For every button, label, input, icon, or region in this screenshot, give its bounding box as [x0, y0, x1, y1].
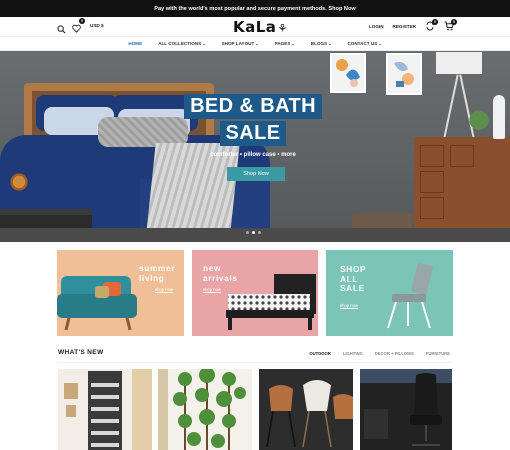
promo-card-summer-living[interactable]: summer living shop now	[57, 250, 184, 336]
product-card-gaming-chair[interactable]	[360, 369, 452, 450]
compare-count-badge: 0	[432, 19, 438, 25]
promo-title-line: SALE	[340, 283, 365, 294]
tab-decor-pillows[interactable]: DECOR + PILLOWS	[375, 351, 414, 356]
product-card-plant-stand[interactable]	[158, 369, 252, 450]
logo-mark-icon: ⚘	[277, 22, 288, 35]
floor-lamp	[436, 52, 482, 74]
announcement-bar: Pay with the world's most popular and se…	[0, 0, 510, 17]
nav-label: CONTACT US	[347, 41, 378, 46]
chevron-down-icon: ⌄	[328, 41, 332, 46]
promo-title-line: ALL	[340, 273, 359, 284]
hero-slider[interactable]: BED & BATH SALE comforter • pillow case …	[0, 51, 510, 242]
wall-art-left	[330, 53, 366, 93]
currency-selector[interactable]: USD $	[90, 23, 104, 28]
promo-shop-link[interactable]: shop now	[203, 287, 221, 292]
sofa-image	[57, 276, 137, 331]
promo-card-shop-all-sale[interactable]: SHOP ALL SALE shop now	[326, 250, 453, 336]
product-image	[360, 369, 452, 446]
nav-item-pages[interactable]: PAGES⌄	[275, 41, 295, 46]
tab-outdoor[interactable]: OUTDOOR	[309, 351, 330, 356]
promo-title-line: SHOP	[340, 264, 367, 274]
tab-furniture[interactable]: FURNITURE	[426, 351, 450, 356]
register-link[interactable]: REGISTER	[393, 24, 416, 29]
hero-title: BED & BATH SALE	[182, 94, 324, 146]
dresser-drawer	[420, 145, 444, 167]
hero-subtitle: comforter • pillow case • more	[210, 152, 296, 158]
nav-label: ALL COLLECTIONS	[158, 41, 202, 46]
site-logo[interactable]: KaLa⚘	[233, 18, 288, 36]
dresser	[414, 137, 510, 242]
slider-dot-active[interactable]	[252, 231, 255, 234]
nav-item-all-collections[interactable]: ALL COLLECTIONS⌄	[158, 41, 205, 46]
chevron-down-icon: ⌄	[202, 41, 206, 46]
dresser-drawer	[420, 171, 444, 193]
header-right-tools: LOGIN REGISTER 0 0	[369, 19, 457, 32]
chevron-down-icon: ⌄	[291, 41, 295, 46]
search-icon[interactable]	[57, 21, 66, 33]
promo-card-new-arrivals[interactable]: new arrivals shop now	[192, 250, 318, 336]
cart-button[interactable]: 0	[444, 19, 457, 32]
dresser-drawer	[420, 197, 444, 219]
nav-label: PAGES	[274, 41, 291, 46]
main-navigation: HOME ALL COLLECTIONS⌄ SHOP LAYOUT⌄ PAGES…	[0, 36, 510, 51]
product-image	[158, 369, 246, 450]
product-card-chairs[interactable]	[259, 369, 353, 450]
promo-shop-link[interactable]: shop now	[340, 303, 358, 308]
nav-item-home[interactable]: HOME	[128, 41, 142, 46]
wishlist-button[interactable]: 0	[72, 18, 85, 33]
cart-count-badge: 0	[451, 19, 457, 25]
site-header: 0 USD $ KaLa⚘ LOGIN REGISTER 0 0	[0, 17, 510, 36]
cart-icon	[444, 21, 454, 32]
nav-item-shop-layout[interactable]: SHOP LAYOUT⌄	[222, 41, 259, 46]
vase	[493, 95, 505, 139]
announcement-text[interactable]: Pay with the world's most popular and se…	[154, 6, 356, 12]
whats-new-tabs: OUTDOOR LIGHTING DECOR + PILLOWS FURNITU…	[309, 351, 450, 356]
promo-title: SHOP ALL SALE	[340, 264, 367, 294]
product-image	[266, 380, 353, 448]
slider-dot[interactable]	[246, 231, 249, 234]
potted-plant	[466, 109, 492, 137]
chevron-down-icon: ⌄	[378, 41, 382, 46]
slider-dots	[246, 231, 261, 234]
promo-title: summer living	[139, 263, 176, 283]
chair-image	[387, 263, 433, 329]
nav-label: BLOGS	[310, 41, 328, 46]
compare-button[interactable]: 0	[425, 19, 438, 32]
nav-label: HOME	[128, 41, 143, 46]
promo-title-line: new	[203, 263, 222, 273]
dresser-drawer	[450, 145, 474, 167]
refresh-icon	[425, 21, 435, 32]
header-left-tools: 0 USD $	[57, 18, 104, 33]
product-image	[64, 369, 152, 450]
wishlist-count-badge: 0	[79, 18, 85, 24]
product-card-shoe-rack[interactable]	[58, 369, 152, 450]
shop-now-button[interactable]: Shop Now	[227, 167, 285, 181]
bed-frame-image	[226, 274, 316, 330]
promo-title-line: living	[139, 272, 165, 283]
nav-item-blogs[interactable]: BLOGS⌄	[311, 41, 332, 46]
chevron-down-icon: ⌄	[255, 41, 259, 46]
nav-label: SHOP LAYOUT	[221, 41, 255, 46]
hero-title-line2: SALE	[219, 121, 287, 146]
wall-art-right	[386, 53, 422, 95]
decor-sphere	[8, 171, 30, 193]
hero-title-line1: BED & BATH	[184, 94, 322, 119]
section-divider	[58, 362, 452, 363]
promo-shop-link[interactable]: shop now	[155, 287, 173, 292]
whats-new-title: WHAT'S NEW	[58, 349, 104, 356]
nav-item-contact-us[interactable]: CONTACT US⌄	[347, 41, 381, 46]
tab-lighting[interactable]: LIGHTING	[343, 351, 363, 356]
promo-title-line: summer	[139, 263, 176, 273]
login-link[interactable]: LOGIN	[369, 24, 384, 29]
logo-text: KaLa	[233, 18, 277, 36]
slider-dot[interactable]	[258, 231, 261, 234]
